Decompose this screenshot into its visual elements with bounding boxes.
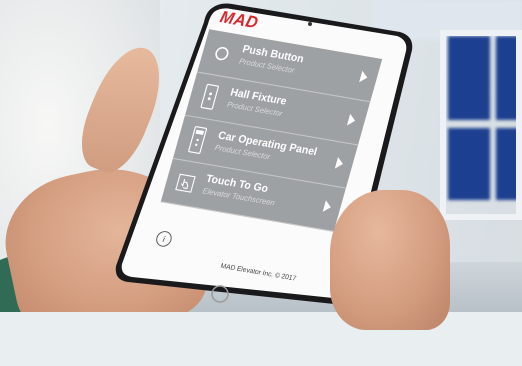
circle-button-icon bbox=[209, 39, 235, 69]
chevron-right-icon bbox=[334, 157, 345, 170]
chevron-right-icon bbox=[359, 70, 369, 84]
hall-fixture-icon bbox=[197, 82, 223, 112]
mad-logo: MAD bbox=[218, 7, 261, 33]
copyright-text: MAD Elevator Inc. © 2017 bbox=[219, 262, 297, 283]
chevron-right-icon bbox=[346, 113, 357, 127]
chevron-right-icon bbox=[322, 200, 333, 213]
touch-hand-icon bbox=[172, 168, 198, 198]
info-icon[interactable]: i bbox=[154, 229, 174, 248]
car-operating-panel-icon bbox=[185, 125, 211, 155]
